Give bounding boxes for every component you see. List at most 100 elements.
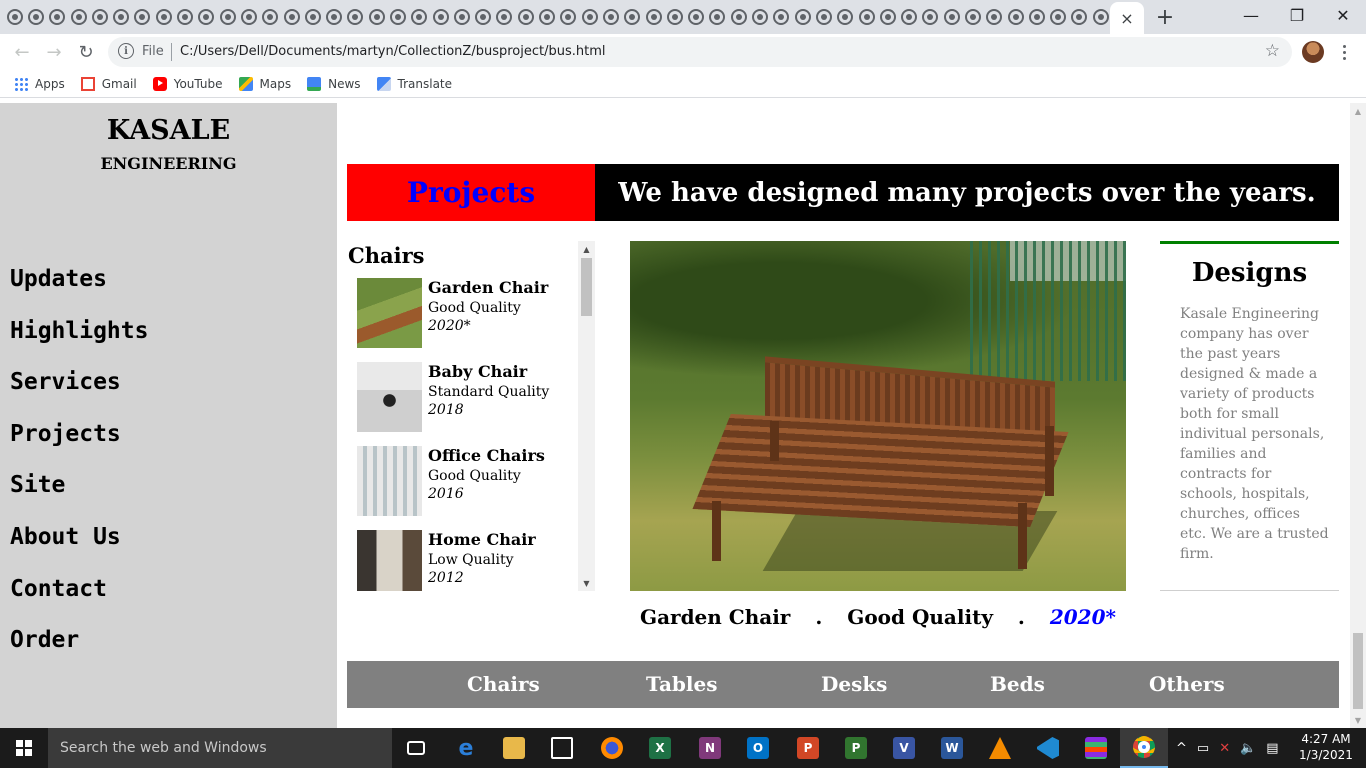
list-item[interactable]: Home Chair Low Quality 2012 bbox=[357, 530, 577, 591]
pinned-tab[interactable] bbox=[430, 0, 451, 34]
pinned-tab[interactable] bbox=[217, 0, 238, 34]
pinned-tab[interactable] bbox=[451, 0, 472, 34]
pinned-tab[interactable] bbox=[473, 0, 494, 34]
taskbar-file-explorer[interactable] bbox=[490, 728, 538, 768]
taskbar-powerpoint[interactable]: P bbox=[784, 728, 832, 768]
pinned-tab[interactable] bbox=[771, 0, 792, 34]
list-item[interactable]: Garden Chair Good Quality 2020* bbox=[357, 278, 577, 348]
taskbar-visio[interactable]: V bbox=[880, 728, 928, 768]
reload-button[interactable]: ↻ bbox=[72, 38, 100, 66]
new-tab-button[interactable]: + bbox=[1152, 0, 1178, 34]
pinned-tab[interactable] bbox=[1090, 0, 1111, 34]
pinned-tab[interactable] bbox=[856, 0, 877, 34]
network-icon[interactable]: ✕ bbox=[1219, 741, 1230, 756]
pinned-tab[interactable] bbox=[515, 0, 536, 34]
pinned-tab[interactable] bbox=[686, 0, 707, 34]
pinned-tab[interactable] bbox=[494, 0, 515, 34]
pinned-tab[interactable] bbox=[941, 0, 962, 34]
taskbar-word[interactable]: W bbox=[928, 728, 976, 768]
taskbar-search-box[interactable]: Search the web and Windows bbox=[48, 728, 392, 768]
sidebar-item-projects[interactable]: Projects bbox=[10, 416, 148, 468]
pinned-tab[interactable] bbox=[47, 0, 68, 34]
list-item[interactable]: Office Chairs Good Quality 2016 bbox=[357, 446, 577, 516]
battery-icon[interactable]: ▭ bbox=[1197, 741, 1209, 756]
pinned-tab[interactable] bbox=[600, 0, 621, 34]
pinned-tab[interactable] bbox=[962, 0, 983, 34]
sidebar-item-updates[interactable]: Updates bbox=[10, 261, 148, 313]
start-button[interactable] bbox=[0, 728, 48, 768]
site-info-icon[interactable]: i bbox=[118, 43, 134, 59]
pinned-tab[interactable] bbox=[813, 0, 834, 34]
pinned-tab[interactable] bbox=[536, 0, 557, 34]
garden-chair-thumbnail[interactable] bbox=[357, 278, 422, 348]
pinned-tab[interactable] bbox=[835, 0, 856, 34]
close-window-button[interactable]: ✕ bbox=[1320, 0, 1366, 30]
bookmark-youtube[interactable]: YouTube bbox=[152, 76, 223, 91]
pinned-tab[interactable] bbox=[1026, 0, 1047, 34]
taskbar-vscode[interactable] bbox=[1024, 728, 1072, 768]
volume-icon[interactable]: 🔈 bbox=[1240, 741, 1256, 756]
pinned-tab[interactable] bbox=[260, 0, 281, 34]
list-item[interactable]: Baby Chair Standard Quality 2018 bbox=[357, 362, 577, 432]
scroll-down-arrow-icon[interactable]: ▼ bbox=[578, 575, 595, 591]
sidebar-item-contact[interactable]: Contact bbox=[10, 571, 148, 623]
pinned-tab[interactable] bbox=[898, 0, 919, 34]
browser-menu-icon[interactable] bbox=[1334, 38, 1354, 66]
pinned-tab[interactable] bbox=[1069, 0, 1090, 34]
sidebar-item-order[interactable]: Order bbox=[10, 622, 148, 674]
bookmark-apps[interactable]: Apps bbox=[14, 76, 65, 91]
category-beds[interactable]: Beds bbox=[990, 661, 1045, 708]
pinned-tab[interactable] bbox=[345, 0, 366, 34]
pinned-tab[interactable] bbox=[4, 0, 25, 34]
pinned-tab[interactable] bbox=[558, 0, 579, 34]
scroll-up-arrow-icon[interactable]: ▲ bbox=[1350, 103, 1366, 119]
pinned-tab[interactable] bbox=[1048, 0, 1069, 34]
back-button[interactable]: ← bbox=[8, 38, 36, 66]
scrollbar-thumb[interactable] bbox=[581, 258, 592, 316]
pinned-tab[interactable] bbox=[984, 0, 1005, 34]
taskbar-onenote[interactable]: N bbox=[686, 728, 734, 768]
taskbar-clock[interactable]: 4:27 AM 1/3/2021 bbox=[1296, 731, 1356, 763]
profile-avatar[interactable] bbox=[1302, 41, 1324, 63]
category-tables[interactable]: Tables bbox=[646, 661, 718, 708]
pinned-tab[interactable] bbox=[366, 0, 387, 34]
pinned-tab[interactable] bbox=[579, 0, 600, 34]
pinned-tab[interactable] bbox=[920, 0, 941, 34]
pinned-tab[interactable] bbox=[110, 0, 131, 34]
pinned-tab[interactable] bbox=[238, 0, 259, 34]
category-others[interactable]: Others bbox=[1149, 661, 1225, 708]
pinned-tab[interactable] bbox=[387, 0, 408, 34]
sidebar-item-highlights[interactable]: Highlights bbox=[10, 313, 148, 365]
bookmark-translate[interactable]: Translate bbox=[376, 76, 452, 91]
chairs-list-scrollbar[interactable]: ▲ ▼ bbox=[578, 241, 595, 591]
category-desks[interactable]: Desks bbox=[821, 661, 887, 708]
minimize-button[interactable]: — bbox=[1228, 0, 1274, 30]
taskbar-outlook[interactable]: O bbox=[734, 728, 782, 768]
pinned-tab[interactable] bbox=[707, 0, 728, 34]
address-bar[interactable]: i File C:/Users/Dell/Documents/martyn/Co… bbox=[108, 37, 1292, 67]
taskbar-project[interactable]: P bbox=[832, 728, 880, 768]
show-hidden-icons-icon[interactable]: ^ bbox=[1176, 741, 1187, 756]
baby-chair-thumbnail[interactable] bbox=[357, 362, 422, 432]
pinned-tab[interactable] bbox=[174, 0, 195, 34]
chairs-list-panel[interactable]: Chairs Garden Chair Good Quality 2020* B… bbox=[347, 241, 595, 591]
pinned-tab[interactable] bbox=[622, 0, 643, 34]
category-chairs[interactable]: Chairs bbox=[467, 661, 540, 708]
pinned-tab[interactable] bbox=[792, 0, 813, 34]
home-chair-thumbnail[interactable] bbox=[357, 530, 422, 591]
task-view-button[interactable] bbox=[392, 728, 440, 768]
restore-button[interactable]: ❐ bbox=[1274, 0, 1320, 30]
bookmark-star-icon[interactable]: ☆ bbox=[1265, 41, 1280, 61]
pinned-tab[interactable] bbox=[1005, 0, 1026, 34]
pinned-tab[interactable] bbox=[196, 0, 217, 34]
pinned-tab[interactable] bbox=[281, 0, 302, 34]
sidebar-item-site[interactable]: Site bbox=[10, 467, 148, 519]
bookmark-news[interactable]: News bbox=[307, 76, 361, 91]
close-tab-icon[interactable]: × bbox=[1120, 9, 1133, 28]
active-tab[interactable]: × bbox=[1110, 2, 1144, 34]
scroll-down-arrow-icon[interactable]: ▼ bbox=[1350, 712, 1366, 728]
taskbar-winrar[interactable] bbox=[1072, 728, 1120, 768]
pinned-tab[interactable] bbox=[409, 0, 430, 34]
pinned-tab[interactable] bbox=[728, 0, 749, 34]
pinned-tab[interactable] bbox=[302, 0, 323, 34]
